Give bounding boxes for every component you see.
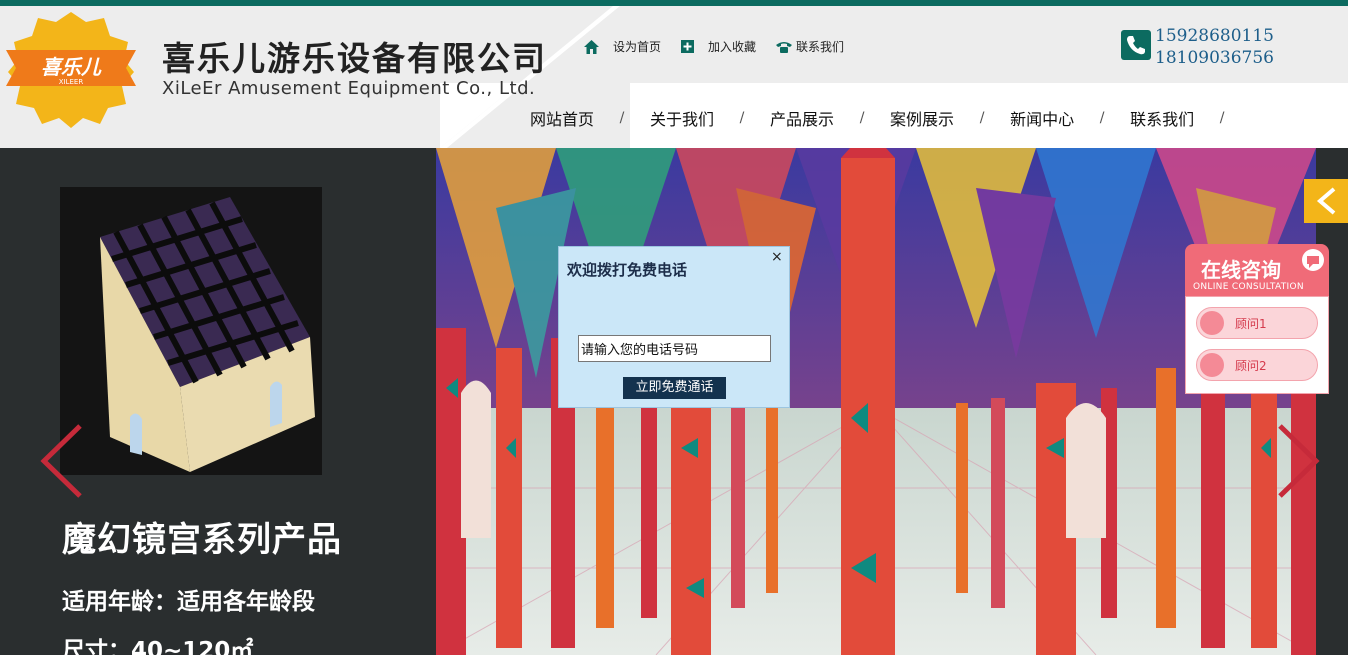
company-name-en: XiLeEr Amusement Equipment Co., Ltd. bbox=[162, 78, 536, 99]
product-size: 尺寸：40~120㎡ bbox=[62, 638, 254, 664]
product-thumbnail[interactable] bbox=[60, 187, 322, 475]
logo-subtext: XILEER bbox=[59, 78, 84, 86]
chat-icon bbox=[1200, 353, 1224, 377]
company-name-cn: 喜乐儿游乐设备有限公司 bbox=[162, 39, 547, 78]
consult-agent-1-button[interactable]: 顾问1 bbox=[1196, 307, 1318, 339]
hotline-number-2[interactable]: 18109036756 bbox=[1155, 47, 1274, 69]
product-age: 适用年龄：适用各年龄段 bbox=[62, 589, 315, 615]
nav-separator: / bbox=[1099, 110, 1105, 126]
nav-item-contact[interactable]: 联系我们 bbox=[1130, 106, 1194, 130]
telephone-icon bbox=[776, 41, 793, 53]
free-call-button[interactable]: 立即免费通话 bbox=[623, 377, 726, 399]
side-panel-toggle[interactable] bbox=[1304, 179, 1348, 223]
consult-title: 在线咨询 bbox=[1201, 258, 1281, 282]
nav-item-about[interactable]: 关于我们 bbox=[650, 106, 714, 130]
quick-link-label: 加入收藏 bbox=[708, 40, 757, 54]
carousel-prev-arrow[interactable] bbox=[40, 424, 84, 498]
chevron-left-icon bbox=[1316, 187, 1336, 215]
nav-item-home[interactable]: 网站首页 bbox=[530, 106, 594, 130]
consult-agent-label: 顾问1 bbox=[1235, 317, 1267, 331]
quick-link-label: 联系我们 bbox=[796, 40, 845, 54]
consult-agent-2-button[interactable]: 顾问2 bbox=[1196, 349, 1318, 381]
bookmark-plus-icon bbox=[681, 40, 695, 53]
consult-header: 在线咨询 ONLINE CONSULTATION bbox=[1185, 244, 1329, 296]
phone-icon bbox=[1121, 30, 1151, 60]
quick-link-label: 设为首页 bbox=[613, 40, 662, 54]
nav-separator: / bbox=[1219, 110, 1225, 126]
chat-bubble-icon bbox=[1302, 249, 1324, 271]
quick-links: 设为首页 加入收藏 联系我们 bbox=[584, 38, 864, 55]
quick-link-contact[interactable]: 联系我们 bbox=[776, 38, 844, 55]
nav-item-cases[interactable]: 案例展示 bbox=[890, 106, 954, 130]
hotline-number-1[interactable]: 15928680115 bbox=[1155, 25, 1274, 47]
online-consult-widget: 在线咨询 ONLINE CONSULTATION 顾问1 顾问2 bbox=[1185, 244, 1329, 394]
hero-right-strip bbox=[1316, 148, 1348, 655]
carousel-next-arrow[interactable] bbox=[1276, 424, 1320, 498]
consult-agent-label: 顾问2 bbox=[1235, 359, 1267, 373]
nav-item-products[interactable]: 产品展示 bbox=[770, 106, 834, 130]
nav-separator: / bbox=[739, 110, 745, 126]
consult-list: 顾问1 顾问2 bbox=[1185, 296, 1329, 394]
logo-text: 喜乐儿 bbox=[41, 55, 102, 79]
nav-separator: / bbox=[859, 110, 865, 126]
popup-title: 欢迎拨打免费电话 bbox=[567, 261, 688, 279]
chat-icon bbox=[1200, 311, 1224, 335]
main-nav: 网站首页 / 关于我们 / 产品展示 / 案例展示 / 新闻中心 / 联系我们 / bbox=[530, 106, 1250, 130]
free-call-popup: 欢迎拨打免费电话 × 立即免费通话 bbox=[558, 246, 790, 408]
nav-separator: / bbox=[619, 110, 625, 126]
nav-separator: / bbox=[979, 110, 985, 126]
consult-subtitle: ONLINE CONSULTATION bbox=[1193, 282, 1304, 292]
product-title: 魔幻镜宫系列产品 bbox=[62, 520, 342, 560]
logo-badge[interactable]: 喜乐儿 XILEER bbox=[6, 10, 136, 128]
quick-link-bookmark[interactable]: 加入收藏 bbox=[681, 38, 756, 55]
close-icon[interactable]: × bbox=[771, 249, 783, 265]
phone-number-input[interactable] bbox=[578, 335, 771, 362]
home-icon bbox=[584, 39, 599, 54]
quick-link-set-home[interactable]: 设为首页 bbox=[584, 38, 661, 55]
nav-item-news[interactable]: 新闻中心 bbox=[1010, 106, 1074, 130]
